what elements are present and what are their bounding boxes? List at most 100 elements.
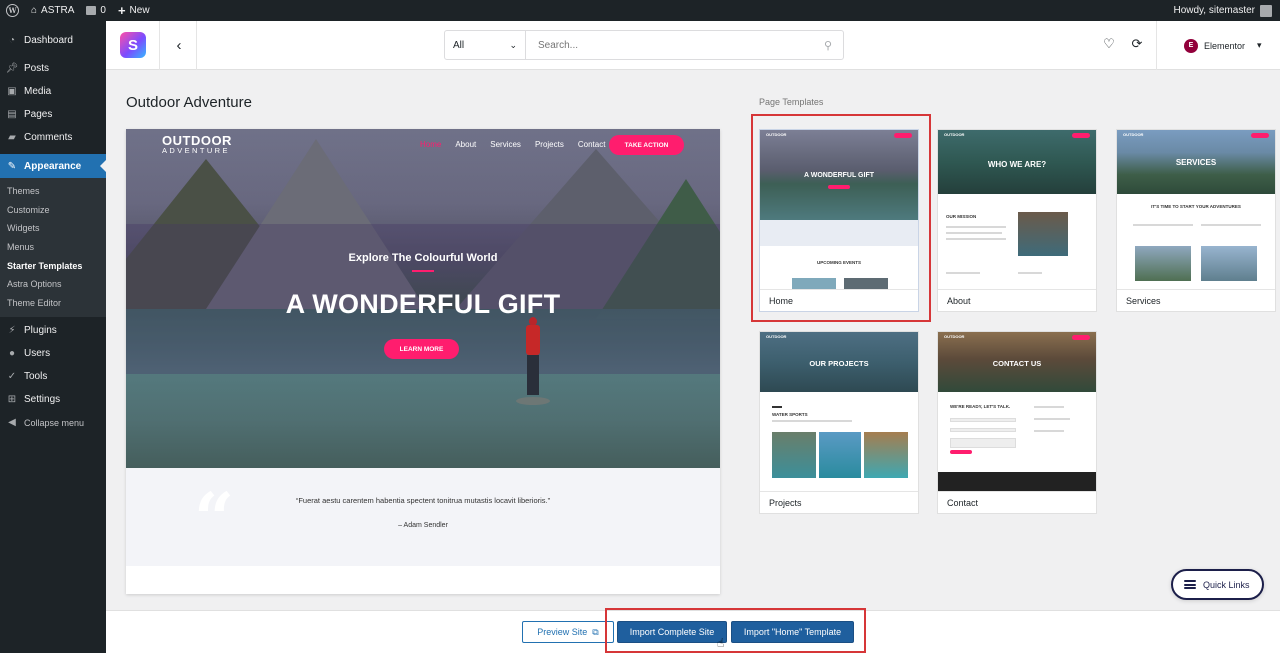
- external-link-icon: ⧉: [592, 626, 599, 637]
- sidebar-item-appearance[interactable]: ✎ Appearance: [0, 154, 106, 178]
- chevron-down-icon: ⌄: [509, 39, 517, 50]
- sidebar-item-tools[interactable]: ✓ Tools: [0, 365, 106, 388]
- sidebar-item-posts[interactable]: 📌︎ Posts: [0, 57, 106, 80]
- dashboard-icon: ◔: [8, 35, 16, 46]
- thumb-cta: [1072, 335, 1090, 340]
- sidebar-item-label: Dashboard: [24, 35, 73, 46]
- comments-link[interactable]: 0: [80, 0, 112, 21]
- quote-mark-icon: “: [194, 477, 235, 560]
- quick-links-button[interactable]: Quick Links: [1171, 569, 1264, 600]
- back-button[interactable]: ‹: [168, 33, 190, 57]
- sidebar-item-label: Users: [24, 348, 51, 360]
- sidebar-item-label: Media: [24, 86, 52, 97]
- wordpress-menu[interactable]: W: [0, 0, 25, 21]
- thumb-logo: OUTDOOR: [944, 334, 965, 339]
- search-input[interactable]: [526, 31, 813, 59]
- template-thumbnail: OUTDOOR SERVICES IT'S TIME TO START YOUR…: [1117, 130, 1275, 289]
- template-card-projects[interactable]: OUTDOOR OUR PROJECTS WATER SPORTS Projec…: [759, 331, 919, 514]
- page-builder-select[interactable]: E Elementor ▾: [1172, 21, 1280, 70]
- thumb-text-line: [1133, 224, 1193, 226]
- thumb-cta: [1072, 133, 1090, 138]
- comments-count: 0: [100, 5, 106, 16]
- hand-cursor-icon: ☝: [717, 636, 725, 650]
- thumb-section-title: IT'S TIME TO START YOUR ADVENTURES: [1151, 204, 1241, 209]
- submenu-item-widgets[interactable]: Widgets: [0, 219, 106, 238]
- submenu-item-themes[interactable]: Themes: [0, 182, 106, 201]
- site-preview[interactable]: OUTDOOR ADVENTURE Home About Services Pr…: [126, 129, 720, 594]
- thumb-section-title: WE'RE READY, LET'S TALK.: [950, 404, 1011, 409]
- page-templates-heading: Page Templates: [759, 97, 824, 107]
- submenu-item-theme-editor[interactable]: Theme Editor: [0, 294, 106, 313]
- preview-site-label: Preview Site: [537, 627, 588, 637]
- hiker-figure: [516, 317, 550, 407]
- sidebar-item-label: Pages: [24, 109, 53, 120]
- thumb-text-line: [1201, 224, 1261, 226]
- thumb-section-title: WATER SPORTS: [772, 412, 808, 417]
- thumb-title: CONTACT US: [992, 359, 1042, 368]
- new-content-link[interactable]: + New: [112, 0, 156, 21]
- sidebar-item-media[interactable]: ▣ Media: [0, 80, 106, 103]
- sidebar-item-pages[interactable]: ▤ Pages: [0, 103, 106, 126]
- hero-underline: [412, 270, 434, 272]
- thumb-text-line: [946, 226, 1006, 228]
- preview-hero: OUTDOOR ADVENTURE Home About Services Pr…: [126, 129, 720, 468]
- pages-icon: ▤: [7, 109, 17, 120]
- sync-refresh-icon[interactable]: ⟳: [1128, 35, 1146, 53]
- submenu-item-menus[interactable]: Menus: [0, 238, 106, 257]
- favorites-heart-icon[interactable]: ♡: [1100, 35, 1118, 53]
- sidebar-item-dashboard[interactable]: ◔ Dashboard: [0, 29, 106, 52]
- template-card-services[interactable]: OUTDOOR SERVICES IT'S TIME TO START YOUR…: [1116, 129, 1276, 312]
- hero-subtitle: Explore The Colourful World: [348, 252, 498, 264]
- submenu-item-starter-templates[interactable]: Starter Templates: [0, 256, 106, 275]
- admin-bar: W ⌂ ASTRA 0 + New Howdy, sitemaster: [0, 0, 1280, 21]
- category-select[interactable]: All ⌄: [445, 31, 526, 59]
- thumb-text-line: [772, 420, 852, 422]
- preview-logo: OUTDOOR ADVENTURE: [162, 134, 232, 155]
- learn-more-button: LEARN MORE: [384, 339, 459, 359]
- import-buttons-highlight: [605, 608, 866, 653]
- preview-site-button[interactable]: Preview Site ⧉: [522, 621, 614, 643]
- nav-item-contact: Contact: [577, 140, 606, 149]
- sidebar-item-plugins[interactable]: ⚡︎ Plugins: [0, 319, 106, 342]
- elementor-logo-icon: E: [1184, 38, 1198, 53]
- thumb-title: OUR PROJECTS: [809, 359, 869, 368]
- brush-icon: ✎: [7, 160, 17, 172]
- media-icon: ▣: [7, 86, 17, 97]
- wrench-icon: ✓: [7, 371, 17, 383]
- template-name: About: [938, 289, 1096, 311]
- thumb-text-line: [1034, 430, 1064, 432]
- template-card-about[interactable]: OUTDOOR WHO WE ARE? OUR MISSION About: [937, 129, 1097, 312]
- sidebar-item-label: Plugins: [24, 325, 57, 337]
- collapse-icon: ◀: [8, 417, 16, 429]
- template-name: Services: [1117, 289, 1275, 311]
- collapse-menu-button[interactable]: ◀ Collapse menu: [0, 411, 106, 434]
- thumb-form-field: [950, 438, 1016, 448]
- site-name-link[interactable]: ⌂ ASTRA: [25, 0, 80, 21]
- greeting-text: Howdy, sitemaster: [1173, 5, 1255, 16]
- comment-bubble-icon: [86, 6, 97, 15]
- thumb-cta: [1251, 133, 1269, 138]
- appearance-submenu: Themes Customize Widgets Menus Starter T…: [0, 178, 106, 318]
- sidebar-item-comments[interactable]: ▰ Comments: [0, 126, 106, 149]
- thumb-form-field: [950, 428, 1016, 432]
- submenu-item-customize[interactable]: Customize: [0, 201, 106, 220]
- template-card-contact[interactable]: OUTDOOR CONTACT US WE'RE READY, LET'S TA…: [937, 331, 1097, 514]
- sidebar-item-users[interactable]: ● Users: [0, 342, 106, 365]
- starter-templates-header: S ‹ All ⌄ ⚲ ♡ ⟳ E Elementor ▾: [106, 21, 1280, 70]
- thumb-text-line: [946, 272, 980, 274]
- search-icon[interactable]: ⚲: [813, 31, 843, 59]
- account-menu[interactable]: Howdy, sitemaster: [1173, 4, 1280, 17]
- chevron-left-icon: ‹: [176, 36, 182, 54]
- thumb-text-line: [946, 232, 1002, 234]
- submenu-item-astra-options[interactable]: Astra Options: [0, 275, 106, 294]
- quick-links-label: Quick Links: [1203, 579, 1250, 590]
- sidebar-item-settings[interactable]: ⊞ Settings: [0, 388, 106, 411]
- starter-templates-logo: S: [120, 32, 146, 58]
- template-thumbnail: OUTDOOR OUR PROJECTS WATER SPORTS: [760, 332, 918, 491]
- thumb-image: [1201, 246, 1257, 281]
- thumb-text-line: [772, 406, 782, 408]
- selected-template-highlight: [751, 114, 931, 322]
- take-action-button: TAKE ACTION: [609, 135, 684, 155]
- user-icon: ●: [8, 348, 16, 360]
- thumb-section-title: OUR MISSION: [946, 214, 977, 219]
